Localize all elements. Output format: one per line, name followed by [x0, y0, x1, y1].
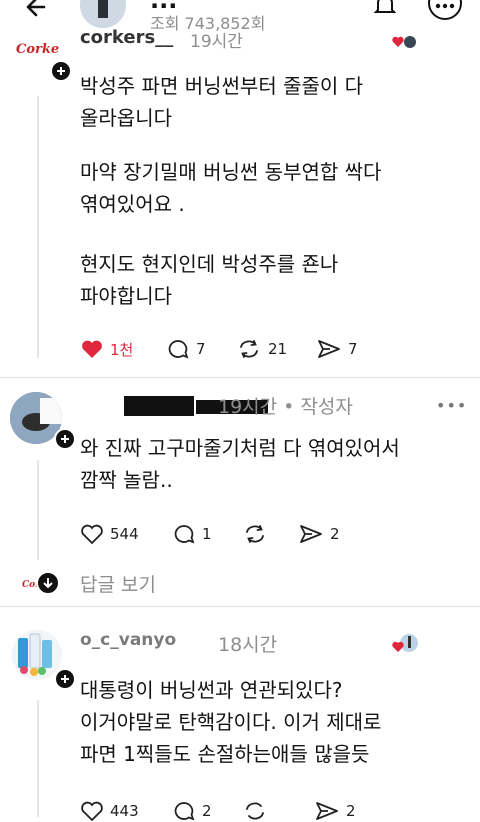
- share-button[interactable]: 2: [314, 800, 356, 822]
- like-button[interactable]: 443: [80, 800, 139, 822]
- like-button[interactable]: 544: [80, 523, 139, 545]
- like-button[interactable]: 1천: [80, 338, 133, 360]
- like-count: 443: [110, 802, 139, 820]
- repost-icon: [246, 525, 264, 543]
- heart-filled-icon: [82, 340, 102, 358]
- thread-line: [37, 460, 39, 560]
- repost-icon: [240, 340, 258, 358]
- like-count: 1천: [110, 340, 134, 359]
- comment-icon: [174, 802, 195, 821]
- heart-icon: [392, 632, 420, 658]
- divider: [0, 606, 480, 607]
- reply-button[interactable]: 2: [172, 800, 212, 822]
- share-button[interactable]: 7: [316, 338, 358, 360]
- comment-time: 19시간 • 작성자: [218, 396, 353, 418]
- heart-icon: [81, 524, 103, 545]
- reply-count: 2: [202, 802, 212, 820]
- comment-time: 18시간: [218, 634, 278, 656]
- comment-paragraph: 마약 장기밀매 버닝썬 동부연합 싹다 엮여있어요 .: [80, 160, 382, 216]
- repost-button[interactable]: [242, 523, 268, 545]
- send-icon: [300, 525, 322, 543]
- repost-count: 21: [268, 340, 288, 358]
- reply-button[interactable]: 1: [172, 523, 212, 545]
- comment-paragraph: 와 진짜 고구마줄기처럼 다 엮여있어서 깜짝 놀람..: [80, 436, 400, 492]
- comment-icon: [168, 340, 189, 359]
- divider: [0, 377, 480, 378]
- comment-username[interactable]: corkers__: [80, 27, 173, 48]
- reply-count: 1: [202, 525, 212, 543]
- view-replies-row[interactable]: Cor 답글 보기: [22, 571, 462, 597]
- comment-paragraph: 대통령이 버닝썬과 연관되있다? 이거야말로 탄핵감이다. 이거 제대로 파면 …: [80, 678, 382, 766]
- comment-username[interactable]: o_c_vanyo: [80, 630, 176, 650]
- chevron-down-icon: [36, 571, 60, 595]
- share-count: 7: [348, 340, 358, 358]
- svg-text:Corkers: Corkers: [16, 42, 60, 57]
- avatar[interactable]: Corkers: [16, 38, 60, 58]
- send-icon: [318, 340, 340, 358]
- reply-count: 7: [196, 340, 206, 358]
- follow-plus-icon[interactable]: [50, 60, 72, 82]
- share-button[interactable]: 2: [298, 523, 340, 545]
- more-options-icon[interactable]: •••: [436, 396, 467, 415]
- follow-plus-icon[interactable]: [54, 428, 76, 450]
- share-count: 2: [346, 802, 356, 820]
- repost-button[interactable]: 21: [236, 338, 287, 360]
- comment-icon: [174, 525, 195, 544]
- reply-button[interactable]: 7: [166, 338, 206, 360]
- view-replies-label[interactable]: 답글 보기: [80, 570, 156, 597]
- like-count: 544: [110, 525, 139, 543]
- thread-line: [37, 700, 39, 817]
- comment-time: 19시간: [190, 32, 243, 52]
- back-arrow-icon[interactable]: [24, 0, 50, 24]
- repost-icon: [246, 802, 264, 820]
- send-icon: [316, 802, 338, 820]
- more-options-icon[interactable]: [428, 0, 462, 20]
- comment-username[interactable]: ▪▪▪▪ ▪▪▪: [80, 392, 268, 416]
- follow-plus-icon[interactable]: [54, 668, 76, 690]
- bell-icon[interactable]: [372, 0, 398, 22]
- share-count: 2: [330, 525, 340, 543]
- heart-icon: [392, 34, 416, 53]
- repost-button[interactable]: [242, 800, 268, 822]
- comment-paragraph: 박성주 파면 버닝썬부터 줄줄이 다 올라옵니다: [80, 74, 364, 130]
- heart-icon: [81, 801, 103, 822]
- comment-paragraph: 현지도 현지인데 박성주를 죤나 파야합니다: [80, 252, 339, 308]
- thread-line: [37, 96, 39, 358]
- avatar[interactable]: [80, 0, 126, 28]
